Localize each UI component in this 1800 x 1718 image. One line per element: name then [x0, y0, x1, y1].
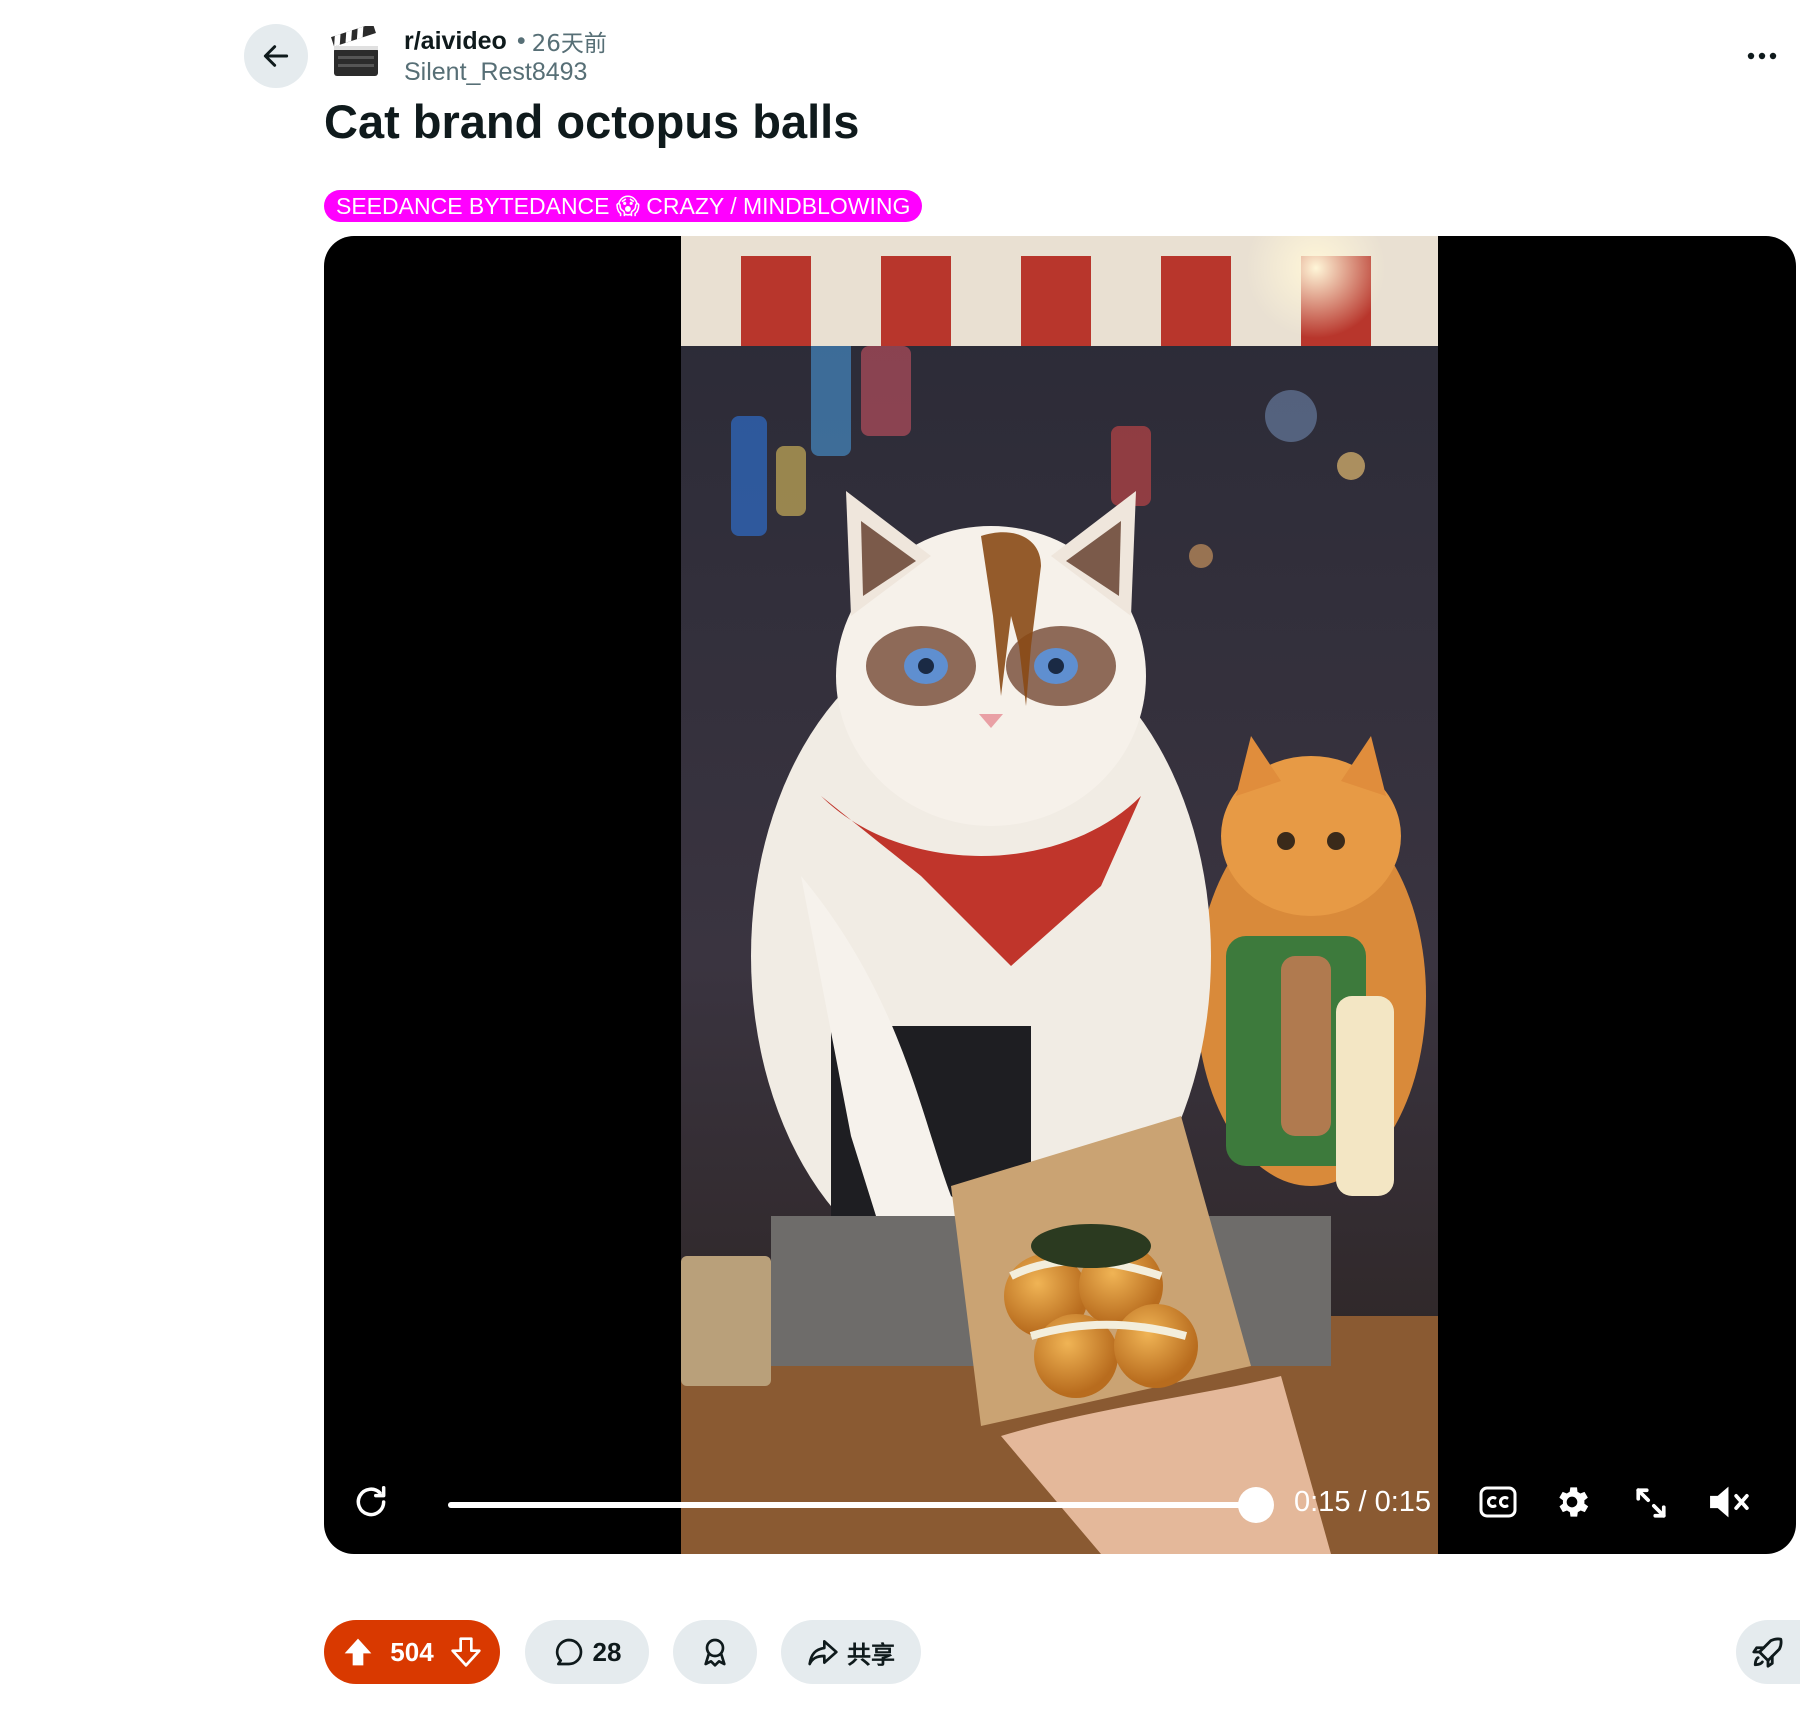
award-icon: [704, 1638, 726, 1667]
award-button[interactable]: [673, 1620, 757, 1684]
rocket-icon: [1752, 1637, 1783, 1668]
upvote-icon[interactable]: [342, 1636, 374, 1668]
replay-button[interactable]: [346, 1476, 396, 1528]
mute-button[interactable]: [1702, 1476, 1758, 1528]
replay-icon: [356, 1486, 386, 1517]
muted-icon: [1710, 1486, 1749, 1518]
post-time: 26天前: [531, 31, 607, 57]
subreddit-avatar[interactable]: [326, 24, 386, 84]
settings-icon: [1559, 1487, 1589, 1517]
back-button[interactable]: [244, 24, 308, 88]
video-progress-thumb[interactable]: [1238, 1487, 1274, 1523]
fullscreen-button[interactable]: [1626, 1478, 1676, 1528]
post-meta: r/aivideo • 26天前: [404, 24, 607, 58]
video-progress-fill: [448, 1502, 1256, 1508]
subreddit-link[interactable]: r/aivideo: [404, 27, 507, 56]
comments-button[interactable]: 28: [525, 1620, 649, 1684]
more-horizontal-icon: [1747, 52, 1777, 60]
downvote-icon[interactable]: [450, 1636, 482, 1668]
vote-count: 504: [390, 1636, 434, 1667]
video-player[interactable]: 0:15 / 0:15: [324, 236, 1796, 1554]
captions-icon: [1479, 1486, 1517, 1518]
captions-button[interactable]: [1474, 1478, 1522, 1526]
video-frame: [681, 236, 1438, 1554]
author-link[interactable]: Silent_Rest8493: [404, 58, 587, 87]
share-button[interactable]: 共享: [781, 1620, 921, 1684]
boost-button[interactable]: [1736, 1620, 1800, 1684]
settings-button[interactable]: [1546, 1476, 1598, 1528]
video-time: 0:15 / 0:15: [1294, 1486, 1432, 1518]
share-label: 共享: [847, 1640, 895, 1669]
video-thumbnail-image: [681, 236, 1438, 1554]
vote-controls: 504: [324, 1620, 500, 1684]
post-title: Cat brand octopus balls: [324, 95, 860, 148]
more-options-button[interactable]: [1732, 36, 1792, 76]
fullscreen-icon: [1636, 1488, 1666, 1518]
share-icon: [808, 1640, 838, 1666]
comment-count: 28: [592, 1636, 622, 1667]
post-flair[interactable]: SEEDANCE BYTEDANCE 😱 CRAZY / MINDBLOWING: [324, 190, 923, 222]
arrow-left-icon: [263, 45, 289, 67]
clapperboard-icon: [331, 26, 378, 76]
video-progress-bar[interactable]: [448, 1487, 1274, 1523]
comment-icon: [555, 1638, 582, 1666]
meta-separator: •: [516, 26, 526, 55]
